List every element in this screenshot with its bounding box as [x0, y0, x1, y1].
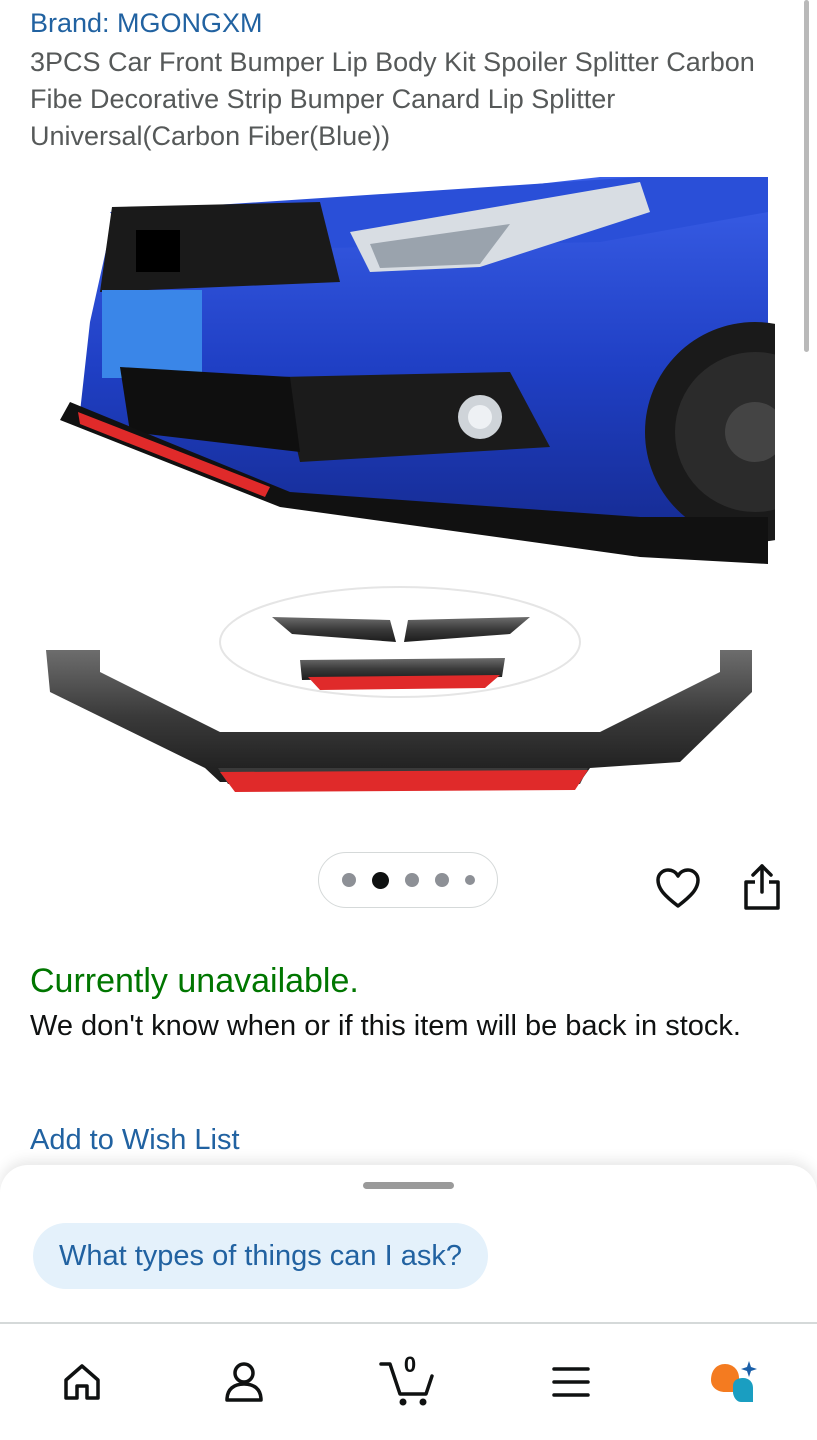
home-icon	[64, 1364, 100, 1400]
pager-dot[interactable]	[404, 873, 419, 887]
add-to-wish-list-link[interactable]: Add to Wish List	[30, 1124, 240, 1157]
product-image[interactable]	[40, 172, 775, 812]
suggested-question-chip[interactable]: What types of things can I ask?	[33, 1223, 488, 1289]
nav-cart[interactable]: 0	[378, 1352, 438, 1412]
nav-rufus-assistant[interactable]	[703, 1352, 763, 1412]
menu-icon	[552, 1367, 590, 1397]
availability-note: We don't know when or if this item will …	[30, 1010, 741, 1042]
nav-menu[interactable]	[541, 1352, 601, 1412]
nav-account[interactable]	[214, 1352, 274, 1412]
pager-dot[interactable]	[434, 873, 449, 887]
product-title: 3PCS Car Front Bumper Lip Body Kit Spoil…	[30, 47, 755, 151]
availability-status: Currently unavailable.	[30, 962, 359, 1000]
account-icon	[225, 1362, 263, 1402]
nav-home[interactable]	[52, 1352, 112, 1412]
share-icon	[744, 864, 780, 910]
heart-icon	[656, 868, 700, 908]
pager-dot[interactable]	[341, 873, 356, 887]
bottom-nav: 0	[0, 1322, 817, 1440]
cart-count-badge: 0	[403, 1352, 417, 1377]
scrollbar[interactable]	[804, 0, 809, 352]
favorite-button[interactable]	[655, 866, 701, 912]
image-pager[interactable]	[318, 852, 498, 908]
assistant-sheet: What types of things can I ask?	[0, 1165, 817, 1325]
share-button[interactable]	[740, 862, 784, 912]
brand-link[interactable]: Brand: MGONGXM	[30, 8, 263, 39]
pager-dot[interactable]	[464, 875, 475, 885]
pager-dot-active[interactable]	[371, 871, 389, 889]
rufus-assistant-icon	[711, 1361, 757, 1402]
sheet-drag-handle[interactable]	[363, 1182, 454, 1189]
